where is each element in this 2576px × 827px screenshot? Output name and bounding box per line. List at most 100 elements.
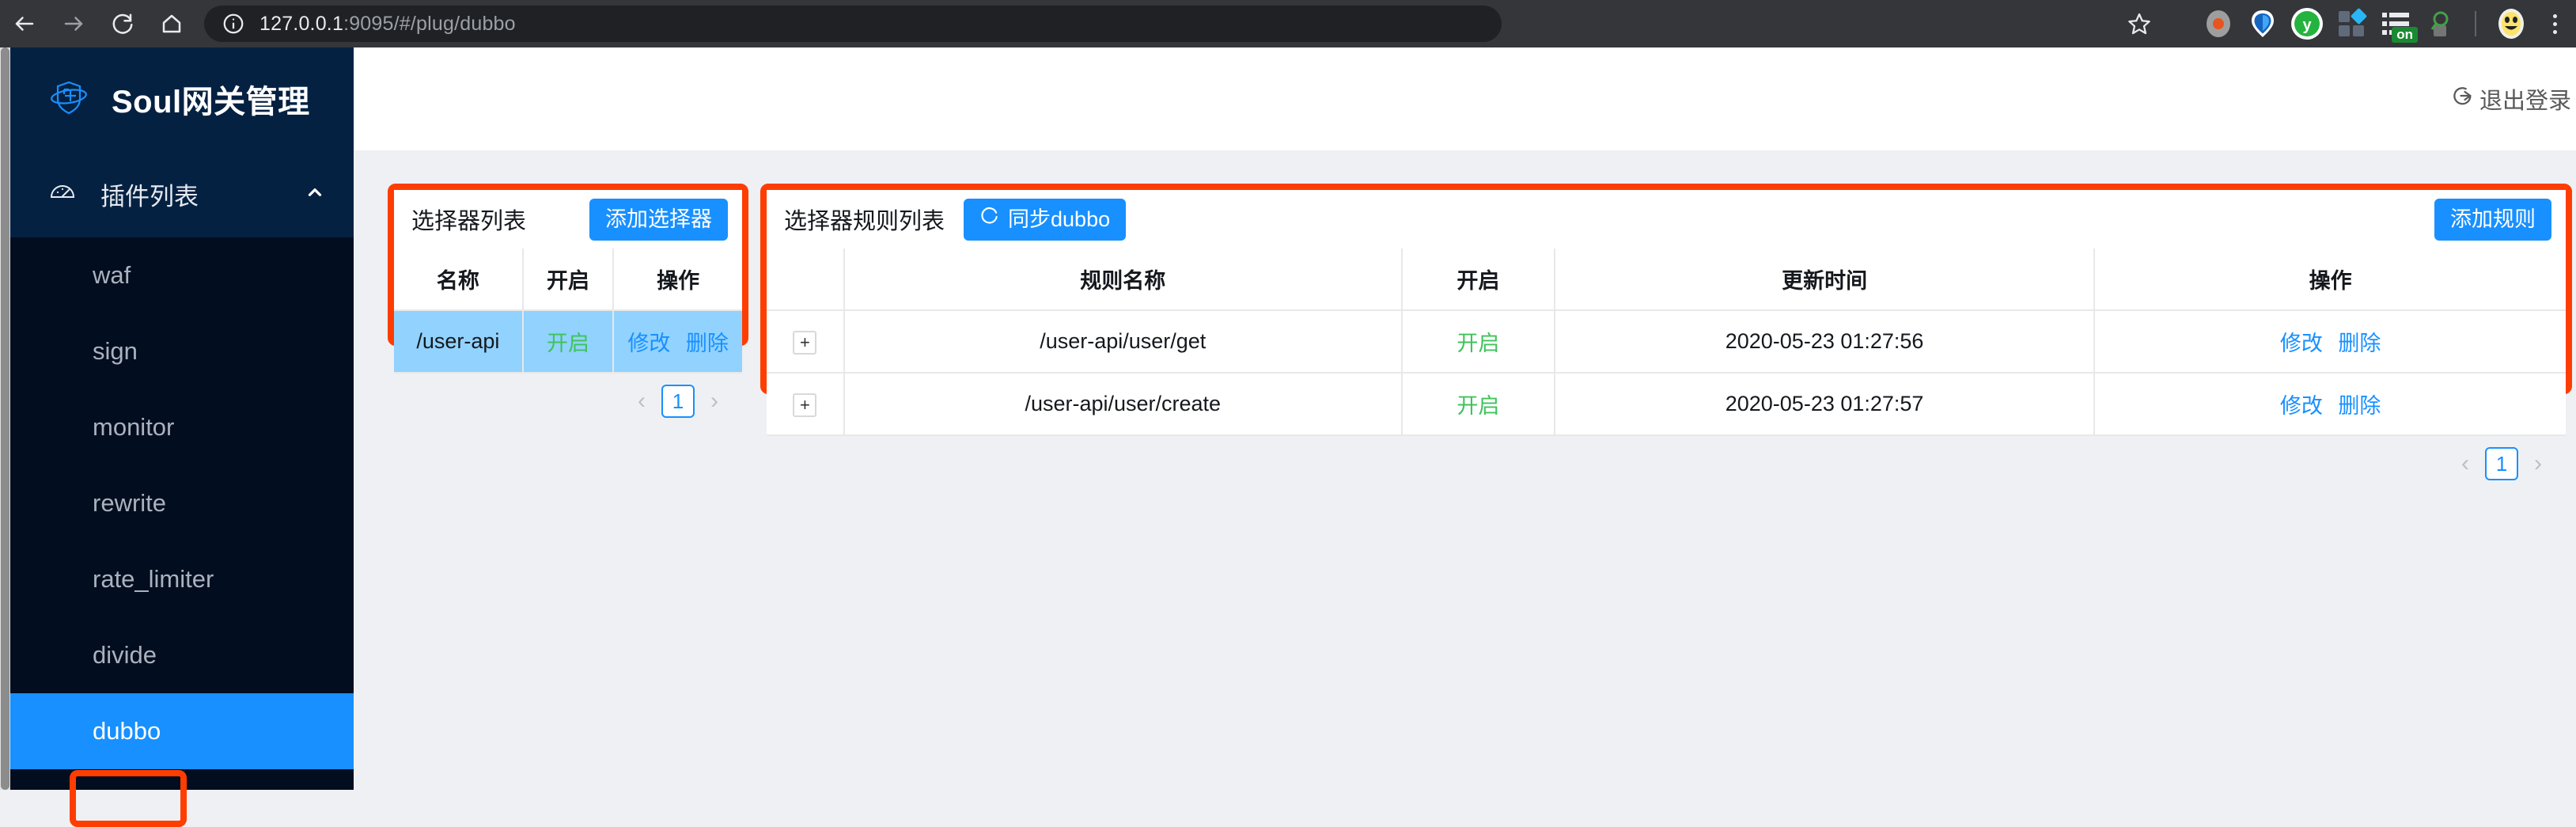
table-row[interactable]: /user-api 开启 修改 删除 — [394, 310, 742, 374]
selector-table: 名称 开启 操作 /user-api 开启 修改 删除 — [394, 248, 742, 374]
selector-pagination: ‹ 1 › — [394, 374, 742, 429]
chrome-menu-icon[interactable] — [2533, 0, 2576, 47]
rule-col-expand — [767, 248, 845, 311]
extension-icon-orange-dot[interactable] — [2196, 0, 2241, 47]
rule-panel-header: 选择器规则列表 同步dubbo 添加规则 — [767, 190, 2566, 248]
dashboard-gauge-icon — [48, 178, 77, 211]
forward-arrow-icon[interactable] — [49, 0, 98, 47]
url-text: 127.0.0.1:9095/#/plug/dubbo — [259, 12, 516, 35]
home-icon[interactable] — [147, 0, 196, 47]
selector-panel-header: 选择器列表 添加选择器 — [394, 190, 742, 248]
pagination-prev[interactable]: ‹ — [2455, 450, 2476, 477]
sidebar-item-label: divide — [93, 641, 157, 669]
selector-col-name: 名称 — [394, 248, 524, 311]
back-arrow-icon[interactable] — [0, 0, 49, 47]
rule-cell-status[interactable]: 开启 — [1401, 373, 1556, 436]
sidebar-item-label: rewrite — [93, 489, 167, 517]
add-selector-button[interactable]: 添加选择器 — [589, 198, 728, 241]
edit-link[interactable]: 修改 — [627, 332, 670, 355]
svg-text:y: y — [2302, 17, 2312, 34]
pagination-prev[interactable]: ‹ — [631, 388, 652, 415]
sidebar-item-waf[interactable]: waf — [10, 237, 354, 313]
extension-icon-blue-drop[interactable] — [2241, 0, 2285, 47]
rule-col-updated: 更新时间 — [1555, 248, 2096, 311]
selector-list-panel: 选择器列表 添加选择器 名称 开启 操作 /user-api 开启 修改 删除 … — [388, 184, 748, 429]
selector-col-status: 开启 — [522, 248, 615, 311]
page-scrollbar[interactable] — [0, 47, 10, 790]
logout-button[interactable]: 退出登录 — [2451, 82, 2571, 116]
rule-col-actions: 操作 — [2094, 248, 2566, 311]
rule-pagination: ‹ 1 › — [767, 436, 2566, 491]
toolbar-divider — [2475, 11, 2476, 36]
main-content: 退出登录 选择器列表 添加选择器 名称 开启 操作 /user-api 开启 修… — [354, 47, 2576, 790]
expand-row-button[interactable]: + — [793, 330, 817, 355]
rule-cell-updated: 2020-05-23 01:27:56 — [1555, 310, 2096, 374]
delete-link[interactable]: 删除 — [2338, 394, 2381, 418]
extension-icon-blue-squares[interactable] — [2329, 0, 2373, 47]
reload-icon[interactable] — [98, 0, 147, 47]
delete-link[interactable]: 删除 — [686, 332, 729, 355]
extension-on-badge: on — [2392, 27, 2418, 43]
rule-cell-expand: + — [767, 373, 845, 436]
selector-col-actions: 操作 — [613, 248, 742, 311]
rule-col-status: 开启 — [1401, 248, 1556, 311]
pagination-next[interactable]: › — [704, 388, 725, 415]
add-rule-button[interactable]: 添加规则 — [2434, 198, 2551, 241]
sidebar-group-plugin-list[interactable]: 插件列表 — [10, 150, 354, 237]
rule-cell-name: /user-api/user/create — [843, 373, 1403, 436]
rule-panel-title: 选择器规则列表 — [784, 209, 945, 234]
table-row[interactable]: + /user-api/user/create 开启 2020-05-23 01… — [767, 373, 2566, 436]
app-container: Soul网关管理 插件列表 waf sign monitor rewrite r… — [0, 47, 2576, 827]
sidebar-item-dubbo[interactable]: dubbo — [10, 693, 354, 769]
table-row[interactable]: + /user-api/user/get 开启 2020-05-23 01:27… — [767, 310, 2566, 374]
address-bar[interactable]: 127.0.0.1:9095/#/plug/dubbo — [204, 6, 1502, 42]
sidebar-item-label: dubbo — [93, 717, 161, 745]
sidebar-item-divide[interactable]: divide — [10, 617, 354, 693]
chevron-up-icon[interactable] — [305, 182, 325, 207]
rule-cell-actions: 修改 删除 — [2094, 310, 2566, 374]
rule-cell-name: /user-api/user/get — [843, 310, 1403, 374]
pagination-next[interactable]: › — [2528, 450, 2548, 477]
sidebar-item-label: waf — [93, 261, 131, 289]
site-info-icon[interactable] — [222, 12, 245, 36]
logout-label: 退出登录 — [2479, 89, 2571, 114]
extension-icon-list-on[interactable]: on — [2373, 0, 2418, 47]
delete-link[interactable]: 删除 — [2338, 332, 2381, 355]
sync-dubbo-button[interactable]: 同步dubbo — [964, 198, 1127, 241]
selector-cell-name: /user-api — [394, 310, 524, 374]
sidebar-item-sign[interactable]: sign — [10, 313, 354, 389]
rule-cell-status[interactable]: 开启 — [1401, 310, 1556, 374]
rule-table: 规则名称 开启 更新时间 操作 + /user-api/user/get 开启 … — [767, 248, 2566, 436]
bookmark-star-icon[interactable] — [2117, 2, 2161, 46]
selector-table-header-row: 名称 开启 操作 — [394, 248, 742, 311]
extension-icon-magnifier[interactable] — [2418, 0, 2462, 47]
edit-link[interactable]: 修改 — [2280, 332, 2323, 355]
selector-cell-status[interactable]: 开启 — [522, 310, 615, 374]
page-scrollbar-thumb[interactable] — [1, 47, 9, 790]
rule-table-header-row: 规则名称 开启 更新时间 操作 — [767, 248, 2566, 311]
sidebar-item-monitor[interactable]: monitor — [10, 389, 354, 465]
extensions-area: y on — [2196, 0, 2576, 47]
sidebar-item-label: sign — [93, 337, 138, 365]
edit-link[interactable]: 修改 — [2280, 394, 2323, 418]
pagination-page-1[interactable]: 1 — [661, 385, 695, 418]
expand-row-button[interactable]: + — [793, 393, 817, 417]
sidebar-item-rewrite[interactable]: rewrite — [10, 465, 354, 541]
sidebar: Soul网关管理 插件列表 waf sign monitor rewrite r… — [10, 47, 354, 827]
sidebar-item-rate-limiter[interactable]: rate_limiter — [10, 541, 354, 617]
refresh-icon — [979, 199, 1000, 241]
top-bar: 退出登录 — [354, 47, 2576, 150]
brand-title: Soul网关管理 — [112, 85, 310, 119]
pagination-page-1[interactable]: 1 — [2485, 447, 2518, 480]
extension-icon-green-y[interactable]: y — [2285, 0, 2329, 47]
status-badge: 开启 — [1457, 394, 1500, 418]
logout-icon — [2451, 84, 2475, 114]
sync-dubbo-label: 同步dubbo — [1008, 207, 1111, 231]
brand-header[interactable]: Soul网关管理 — [10, 47, 354, 150]
browser-toolbar: 127.0.0.1:9095/#/plug/dubbo y on — [0, 0, 2576, 47]
sidebar-group-label: 插件列表 — [100, 182, 199, 211]
sidebar-item-label: monitor — [93, 413, 175, 441]
profile-avatar-icon[interactable] — [2489, 0, 2533, 47]
selector-cell-actions: 修改 删除 — [613, 310, 742, 374]
rule-cell-actions: 修改 删除 — [2094, 373, 2566, 436]
